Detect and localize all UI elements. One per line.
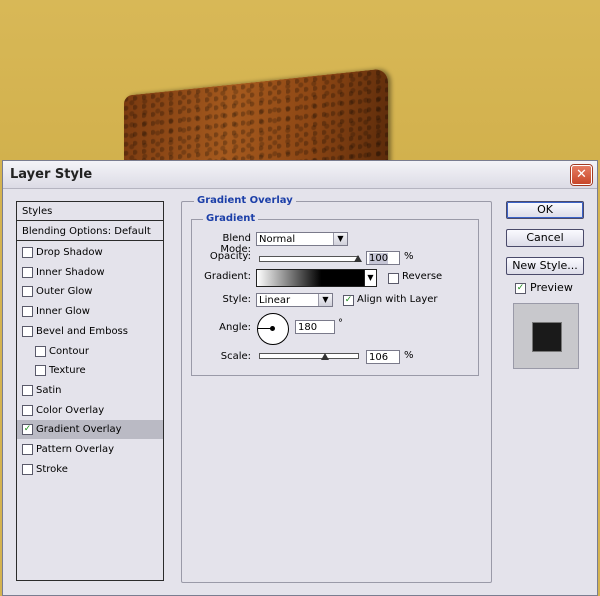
style-item-label: Inner Shadow: [36, 266, 105, 278]
style-item-pattern-overlay[interactable]: Pattern Overlay: [17, 440, 163, 459]
angle-unit: °: [338, 318, 343, 329]
angle-dial[interactable]: [257, 313, 289, 345]
opacity-slider-thumb[interactable]: [354, 255, 362, 262]
style-item-stroke[interactable]: Stroke: [17, 460, 163, 479]
style-checkbox[interactable]: [22, 325, 33, 337]
style-item-label: Texture: [49, 365, 86, 377]
style-item-gradient-overlay[interactable]: ✓ Gradient Overlay: [17, 420, 163, 440]
style-checkbox[interactable]: [22, 286, 33, 298]
style-item-texture[interactable]: Texture: [17, 361, 163, 380]
angle-input[interactable]: 180: [295, 320, 335, 334]
close-button[interactable]: ✕: [571, 165, 592, 185]
reverse-checkbox[interactable]: [388, 273, 399, 284]
style-select[interactable]: Linear ▼: [256, 293, 333, 307]
gradient-group: Gradient Blend Mode: Normal ▼ Opacity: 1…: [191, 213, 479, 376]
style-checkbox[interactable]: ✓: [22, 424, 33, 436]
blend-mode-select[interactable]: Normal ▼: [256, 232, 348, 246]
opacity-label: Opacity:: [209, 251, 251, 262]
style-item-label: Inner Glow: [36, 306, 90, 318]
style-item-label: Stroke: [36, 463, 68, 475]
style-checkbox[interactable]: [22, 463, 33, 475]
preview-checkbox[interactable]: ✓: [515, 283, 526, 294]
scale-input[interactable]: 106: [366, 350, 400, 364]
chevron-down-icon: ▼: [367, 273, 374, 282]
scale-slider-track[interactable]: [259, 353, 359, 359]
style-item-label: Satin: [36, 384, 62, 396]
section-title: Gradient Overlay: [194, 195, 296, 206]
blending-options-item[interactable]: Blending Options: Default: [17, 222, 163, 241]
scale-label: Scale:: [220, 351, 251, 362]
close-icon: ✕: [576, 167, 587, 182]
opacity-slider-track[interactable]: [259, 256, 359, 262]
group-title: Gradient: [203, 213, 259, 224]
opacity-input[interactable]: 100: [366, 251, 400, 265]
canvas-area: [0, 0, 600, 196]
style-item-label: Bevel and Emboss: [36, 325, 128, 337]
check-icon: ✓: [516, 283, 525, 293]
styles-list: Styles Blending Options: Default Drop Sh…: [16, 201, 164, 581]
gradient-dropdown-button[interactable]: ▼: [364, 269, 377, 287]
style-item-satin[interactable]: Satin: [17, 381, 163, 400]
chevron-down-icon: ▼: [318, 294, 332, 306]
styles-header-label: Styles: [22, 206, 53, 217]
style-item-inner-glow[interactable]: Inner Glow: [17, 302, 163, 321]
chevron-down-icon: ▼: [333, 233, 347, 245]
style-item-label: Pattern Overlay: [36, 444, 115, 455]
scale-slider-thumb[interactable]: [321, 353, 329, 360]
check-icon: ✓: [23, 424, 32, 435]
style-checkbox[interactable]: [35, 365, 46, 377]
style-item-bevel-and-emboss[interactable]: Bevel and Emboss: [17, 322, 163, 341]
angle-center-dot: [270, 326, 275, 331]
style-item-outer-glow[interactable]: Outer Glow: [17, 282, 163, 301]
blending-options-label: Blending Options: Default: [22, 226, 151, 237]
style-checkbox[interactable]: [22, 247, 33, 258]
cancel-button[interactable]: Cancel: [506, 229, 584, 247]
style-checkbox[interactable]: [35, 345, 46, 357]
style-item-color-overlay[interactable]: Color Overlay: [17, 401, 163, 420]
angle-value: 180: [298, 322, 318, 333]
title-bar[interactable]: Layer Style ✕: [3, 161, 597, 189]
style-item-inner-shadow[interactable]: Inner Shadow: [17, 263, 163, 282]
style-item-contour[interactable]: Contour: [17, 342, 163, 361]
style-label: Style:: [222, 294, 252, 305]
opacity-unit: %: [404, 251, 414, 262]
style-item-label: Contour: [49, 345, 89, 357]
style-checkbox[interactable]: [22, 404, 33, 416]
style-value: Linear: [259, 295, 291, 306]
angle-label: Angle:: [219, 322, 251, 333]
preview-label: Preview: [530, 281, 573, 294]
new-style-button[interactable]: New Style...: [506, 257, 584, 275]
style-checkbox[interactable]: [22, 444, 33, 455]
dialog-title: Layer Style: [10, 167, 93, 182]
ok-button[interactable]: OK: [506, 201, 584, 219]
scale-value: 106: [369, 352, 389, 363]
check-icon: ✓: [344, 295, 353, 305]
align-with-layer-label: Align with Layer: [357, 294, 438, 305]
style-checkbox[interactable]: [22, 306, 33, 318]
style-item-drop-shadow[interactable]: Drop Shadow: [17, 243, 163, 262]
styles-header[interactable]: Styles: [17, 202, 163, 221]
style-item-label: Color Overlay: [36, 404, 105, 416]
layer-style-dialog: Layer Style ✕ Styles Blending Options: D…: [2, 160, 598, 596]
style-item-label: Gradient Overlay: [36, 424, 122, 436]
style-item-label: Drop Shadow: [36, 247, 103, 258]
style-checkbox[interactable]: [22, 266, 33, 278]
preview-swatch: [532, 322, 562, 352]
scale-unit: %: [404, 350, 414, 361]
align-with-layer-checkbox[interactable]: ✓: [343, 295, 354, 306]
gradient-overlay-panel: Gradient Overlay Gradient Blend Mode: No…: [181, 195, 492, 583]
blend-mode-value: Normal: [259, 234, 296, 245]
style-checkbox[interactable]: [22, 384, 33, 396]
opacity-value: 100: [369, 253, 389, 264]
gradient-swatch[interactable]: [256, 269, 365, 287]
preview-box: [513, 303, 579, 369]
gradient-label: Gradient:: [204, 271, 251, 282]
reverse-label: Reverse: [402, 271, 443, 282]
style-item-label: Outer Glow: [36, 286, 93, 298]
